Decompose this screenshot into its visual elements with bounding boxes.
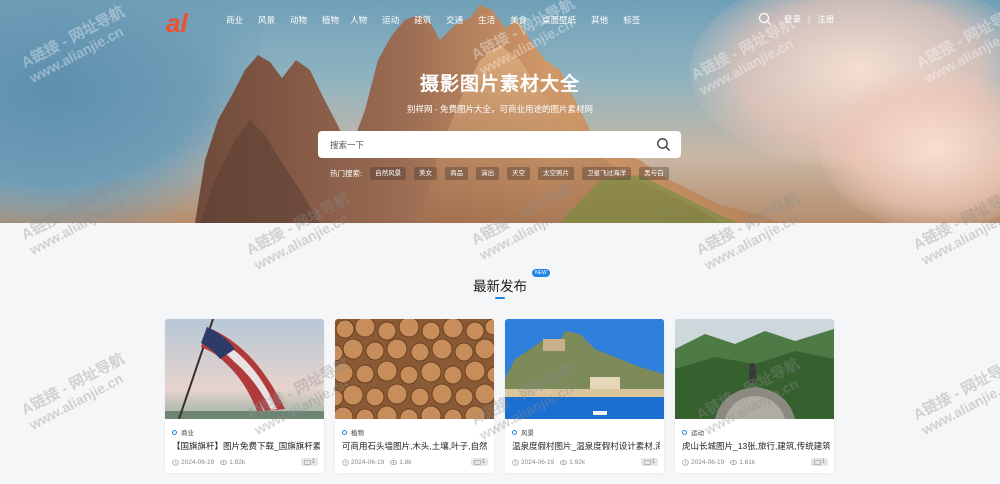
image-card[interactable]: 风景 温泉度假村图片_温泉度假村设计素材,海景 2024-06-19 1.92k… [505, 319, 664, 473]
nav-item-tags[interactable]: 标签 [623, 13, 640, 27]
card-views: 1.61k [730, 459, 755, 466]
category-dot-icon [342, 429, 347, 435]
card-category[interactable]: 商业 [172, 427, 194, 437]
image-icon [474, 459, 481, 465]
nav-item-business[interactable]: 商业 [226, 13, 243, 27]
hot-search-bar: 热门搜索: 自然风景 美女 商品 演出 天空 太空照片 卫星飞过海洋 黑与白 [330, 167, 677, 180]
nav-item-animals[interactable]: 动物 [290, 13, 307, 27]
category-dot-icon [512, 429, 517, 435]
watermark: A链接 - 网址导航 www.alianjie.cn [18, 350, 128, 433]
nav-item-life[interactable]: 生活 [478, 13, 495, 27]
clock-icon [172, 458, 179, 466]
card-date: 2024-06-19 [181, 458, 215, 466]
card-thumbnail[interactable] [335, 319, 494, 428]
nav-item-people[interactable]: 人物 [350, 13, 367, 27]
hot-search-label: 热门搜索: [330, 169, 363, 178]
nav-item-transport[interactable]: 交通 [446, 13, 463, 27]
watermark: A链接 - 网址导航 www.alianjie.cn [910, 355, 1000, 438]
section-underline [495, 297, 505, 299]
hot-tag[interactable]: 太空照片 [538, 167, 575, 180]
login-link[interactable]: 登录 [784, 13, 801, 25]
card-photo-count: 1 [470, 458, 488, 466]
card-meta: 2024-06-19 1.92k 1 [512, 458, 658, 466]
nav-item-other[interactable]: 其他 [591, 13, 608, 27]
image-icon [644, 459, 651, 465]
card-date: 2024-06-19 [351, 458, 385, 466]
svg-text:al: al [166, 8, 188, 37]
hot-tag[interactable]: 自然风景 [370, 167, 407, 180]
hero-title: 摄影图片素材大全 [419, 74, 580, 95]
nav-item-food[interactable]: 美食 [510, 13, 527, 27]
image-icon [304, 459, 311, 465]
hot-tag[interactable]: 天空 [507, 167, 531, 180]
image-card[interactable]: 商业 【国旗旗杆】图片免费下载_国旗旗杆素材 2024-06-19 1.92k … [165, 319, 324, 473]
hero-banner: A链接 - 网址导航 www.alianjie.cn A链接 - 网址导航 www.… [0, 0, 1000, 223]
card-title[interactable]: 可商用石头墙图片,木头,土壤,叶子,自然 [342, 440, 490, 452]
card-category[interactable]: 植物 [342, 427, 364, 437]
category-dot-icon [682, 429, 687, 435]
hot-tag[interactable]: 卫星飞过海洋 [582, 167, 632, 180]
nav-separator: | [808, 14, 811, 24]
search-input[interactable] [330, 137, 630, 152]
card-title[interactable]: 虎山长城图片_13张,旅行,建筑,传统建筑 [682, 440, 830, 452]
hot-tag[interactable]: 黑与白 [639, 167, 669, 180]
image-icon [814, 459, 821, 465]
card-meta: 2024-06-19 1.61k 1 [682, 458, 828, 466]
card-title[interactable]: 温泉度假村图片_温泉度假村设计素材,海景 [512, 440, 660, 452]
eye-icon [220, 459, 228, 465]
section-heading: 最新发布 NEW [0, 269, 1000, 295]
nav-item-plants[interactable]: 植物 [322, 13, 339, 27]
site-logo[interactable]: al [166, 7, 206, 37]
nav-item-wallpaper[interactable]: 桌面壁纸 [542, 13, 576, 27]
card-category[interactable]: 运动 [682, 427, 704, 437]
category-dot-icon [172, 429, 177, 435]
section-title: 最新发布 [473, 279, 527, 294]
main-nav: 商业 风景 动物 植物 人物 运动 建筑 交通 生活 美食 桌面壁纸 其他 标签 [226, 13, 655, 27]
card-date: 2024-06-19 [691, 458, 725, 466]
hot-tag[interactable]: 演出 [476, 167, 500, 180]
image-card[interactable]: 运动 虎山长城图片_13张,旅行,建筑,传统建筑 2024-06-19 1.61… [675, 319, 834, 473]
search-submit-icon[interactable] [656, 137, 671, 152]
card-thumbnail[interactable] [165, 319, 324, 420]
nav-item-sports[interactable]: 运动 [382, 13, 399, 27]
new-badge: NEW [532, 269, 550, 277]
hot-tag[interactable]: 商品 [445, 167, 469, 180]
image-card[interactable]: 植物 可商用石头墙图片,木头,土壤,叶子,自然 2024-06-19 1.8k … [335, 319, 494, 473]
hero-search [318, 131, 681, 158]
card-thumbnail[interactable] [675, 319, 834, 419]
card-views: 1.8k [390, 459, 412, 466]
eye-icon [390, 459, 398, 465]
card-meta: 2024-06-19 1.8k 1 [342, 458, 488, 466]
card-thumbnail[interactable] [505, 319, 664, 419]
card-category[interactable]: 风景 [512, 427, 534, 437]
nav-item-architecture[interactable]: 建筑 [414, 13, 431, 27]
register-link[interactable]: 注册 [817, 13, 834, 25]
hero-subtitle: 别样网 - 免费图片大全，可商业用途的图片素材网 [406, 104, 594, 114]
card-date: 2024-06-19 [521, 458, 555, 466]
card-title[interactable]: 【国旗旗杆】图片免费下载_国旗旗杆素材 [172, 440, 320, 452]
eye-icon [730, 459, 738, 465]
card-views: 1.92k [560, 459, 585, 466]
search-icon[interactable] [758, 12, 772, 26]
user-nav: 登录 | 注册 [758, 12, 834, 26]
clock-icon [342, 458, 349, 466]
card-photo-count: 1 [300, 458, 318, 466]
card-views: 1.92k [220, 459, 245, 466]
clock-icon [682, 458, 689, 466]
clock-icon [512, 458, 519, 466]
hot-tag[interactable]: 美女 [414, 167, 438, 180]
eye-icon [560, 459, 568, 465]
nav-item-scenery[interactable]: 风景 [258, 13, 275, 27]
card-meta: 2024-06-19 1.92k 1 [172, 458, 318, 466]
card-photo-count: 1 [810, 458, 828, 466]
card-photo-count: 1 [640, 458, 658, 466]
